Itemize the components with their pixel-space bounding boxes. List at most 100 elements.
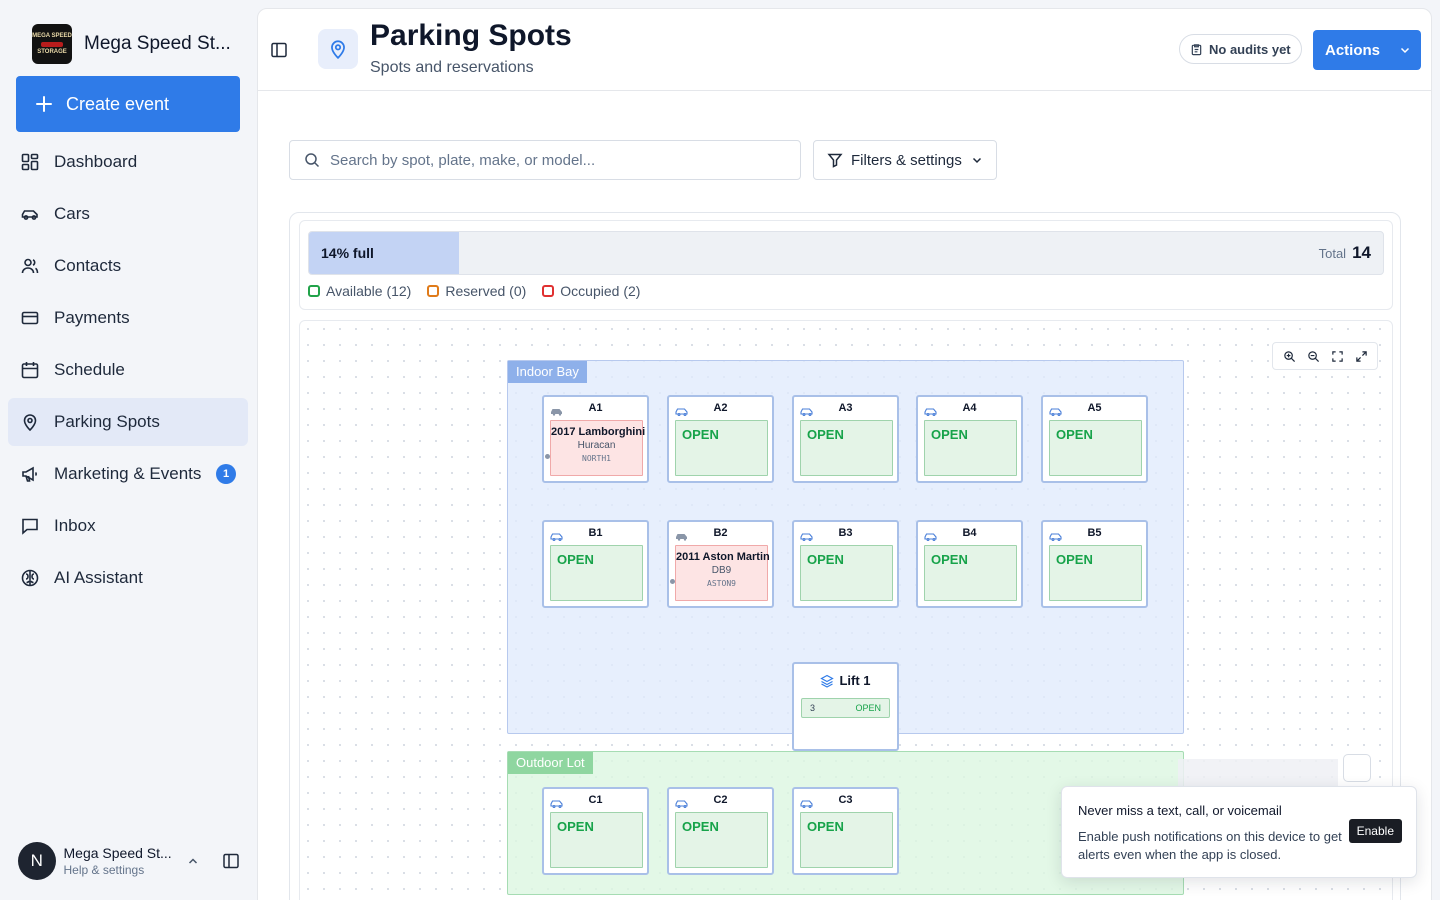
spot-status: OPEN	[807, 552, 844, 567]
filter-icon	[827, 152, 843, 168]
sidebar-item-label: Cars	[54, 204, 90, 223]
open-spot-card: OPEN	[924, 420, 1017, 476]
user-subtitle: Help & settings	[63, 863, 145, 877]
zoom-in-icon[interactable]	[1283, 350, 1296, 363]
chevron-down-icon	[1398, 43, 1412, 57]
open-spot-card: OPEN	[800, 812, 893, 868]
search-input[interactable]	[330, 151, 770, 169]
occupied-swatch	[542, 285, 555, 297]
spot-id: B1	[588, 527, 603, 539]
car-plate: NORTH1	[582, 454, 611, 463]
fullscreen-icon[interactable]	[1355, 350, 1368, 363]
spot-a3[interactable]: A3 OPEN	[792, 395, 899, 483]
spot-a4[interactable]: A4 OPEN	[916, 395, 1023, 483]
spot-status: OPEN	[682, 819, 719, 834]
legend-available[interactable]: Available (12)	[308, 283, 411, 299]
spot-status: OPEN	[557, 552, 594, 567]
car-icon	[20, 204, 40, 224]
spot-status: OPEN	[807, 819, 844, 834]
spot-id: A1	[588, 402, 603, 414]
occupied-car-card[interactable]: 2011 Aston Martin DB9 ASTON9	[670, 545, 770, 601]
page-header: Parking Spots Spots and reservations No …	[258, 9, 1431, 91]
main-panel: Parking Spots Spots and reservations No …	[257, 8, 1432, 900]
spot-b2[interactable]: B2 2011 Aston Martin DB9 ASTON9	[667, 520, 774, 608]
sidebar-item-parking-spots[interactable]: Parking Spots	[8, 398, 248, 446]
zoom-out-icon[interactable]	[1307, 350, 1320, 363]
floating-widget-button[interactable]	[1343, 754, 1371, 782]
sidebar-item-dashboard[interactable]: Dashboard	[8, 138, 248, 186]
spot-b4[interactable]: B4 OPEN	[916, 520, 1023, 608]
megaphone-icon	[20, 464, 40, 484]
page-title: Parking Spots	[370, 19, 572, 52]
plus-icon	[34, 94, 54, 114]
spot-status: OPEN	[931, 427, 968, 442]
sidebar-toggle-icon[interactable]	[222, 852, 240, 870]
spot-status: OPEN	[1056, 427, 1093, 442]
clipboard-icon	[1190, 43, 1203, 56]
notification-title: Never miss a text, call, or voicemail	[1078, 803, 1282, 818]
occupancy-bar: 14% full Total 14	[308, 231, 1384, 275]
sidebar-item-schedule[interactable]: Schedule	[8, 346, 248, 394]
credit-card-icon	[20, 308, 40, 328]
brand[interactable]: MEGA SPEED STORAGE Mega Speed St...	[32, 24, 231, 64]
spot-status: OPEN	[557, 819, 594, 834]
collapse-sidebar-icon[interactable]	[270, 41, 288, 59]
sidebar-item-inbox[interactable]: Inbox	[8, 502, 248, 550]
spot-c3[interactable]: C3 OPEN	[792, 787, 899, 875]
spot-id: A4	[962, 402, 977, 414]
car-model: DB9	[711, 565, 732, 576]
status-legend: Available (12) Reserved (0) Occupied (2)	[308, 283, 640, 299]
spot-a1[interactable]: A1 2017 Lamborghini Huracan NORTH1	[542, 395, 649, 483]
user-menu[interactable]: N Mega Speed St... Help & settings	[18, 842, 240, 880]
occupied-car-card[interactable]: 2017 Lamborghini Huracan NORTH1	[545, 420, 645, 476]
search-box[interactable]	[289, 140, 801, 180]
sidebar-item-payments[interactable]: Payments	[8, 294, 248, 342]
sidebar-item-label: Dashboard	[54, 152, 138, 171]
spot-a2[interactable]: A2 OPEN	[667, 395, 774, 483]
sidebar-item-contacts[interactable]: Contacts	[8, 242, 248, 290]
actions-button[interactable]: Actions	[1313, 30, 1421, 70]
spot-c2[interactable]: C2 OPEN	[667, 787, 774, 875]
zone-label: Indoor Bay	[508, 361, 587, 383]
enable-notifications-button[interactable]: Enable	[1348, 819, 1402, 843]
spot-id: C1	[588, 794, 603, 806]
spot-id: A5	[1087, 402, 1102, 414]
lift-slot[interactable]: 3 OPEN	[801, 698, 890, 718]
legend-occupied[interactable]: Occupied (2)	[542, 283, 640, 299]
pin-dot	[670, 579, 675, 584]
sidebar-item-label: Marketing & Events	[54, 464, 202, 483]
sidebar-item-label: AI Assistant	[54, 568, 143, 587]
audit-status-label: No audits yet	[1209, 41, 1291, 57]
open-spot-card: OPEN	[675, 812, 768, 868]
spot-id: B4	[962, 527, 977, 539]
spot-id: C2	[713, 794, 728, 806]
sidebar-nav: Dashboard Cars Contacts Payments Schedul…	[8, 138, 248, 606]
spot-id: C3	[838, 794, 853, 806]
lift-1[interactable]: Lift 1 3 OPEN	[792, 662, 899, 751]
spot-a5[interactable]: A5 OPEN	[1041, 395, 1148, 483]
audit-status-badge[interactable]: No audits yet	[1179, 34, 1302, 64]
sidebar: MEGA SPEED STORAGE Mega Speed St... Crea…	[0, 0, 256, 900]
chevron-down-icon	[970, 153, 984, 167]
spot-b3[interactable]: B3 OPEN	[792, 520, 899, 608]
legend-reserved[interactable]: Reserved (0)	[427, 283, 526, 299]
fit-view-icon[interactable]	[1331, 350, 1344, 363]
spot-id: B3	[838, 527, 853, 539]
create-event-button[interactable]: Create event	[16, 76, 240, 132]
map-pin-icon	[20, 412, 40, 432]
search-icon	[304, 152, 320, 168]
spot-c1[interactable]: C1 OPEN	[542, 787, 649, 875]
sidebar-item-ai-assistant[interactable]: AI Assistant	[8, 554, 248, 602]
chevron-up-icon[interactable]	[186, 854, 200, 868]
actions-label: Actions	[1325, 41, 1381, 59]
avatar: N	[18, 842, 56, 880]
sidebar-item-cars[interactable]: Cars	[8, 190, 248, 238]
occupancy-panel: 14% full Total 14 Available (12) Reserve…	[299, 220, 1393, 310]
sidebar-item-marketing-events[interactable]: Marketing & Events 1	[8, 450, 248, 498]
push-notification-prompt: Never miss a text, call, or voicemail En…	[1061, 786, 1417, 878]
spot-b5[interactable]: B5 OPEN	[1041, 520, 1148, 608]
open-spot-card: OPEN	[675, 420, 768, 476]
spot-b1[interactable]: B1 OPEN	[542, 520, 649, 608]
filters-settings-button[interactable]: Filters & settings	[813, 140, 997, 180]
total-value: 14	[1352, 243, 1371, 262]
